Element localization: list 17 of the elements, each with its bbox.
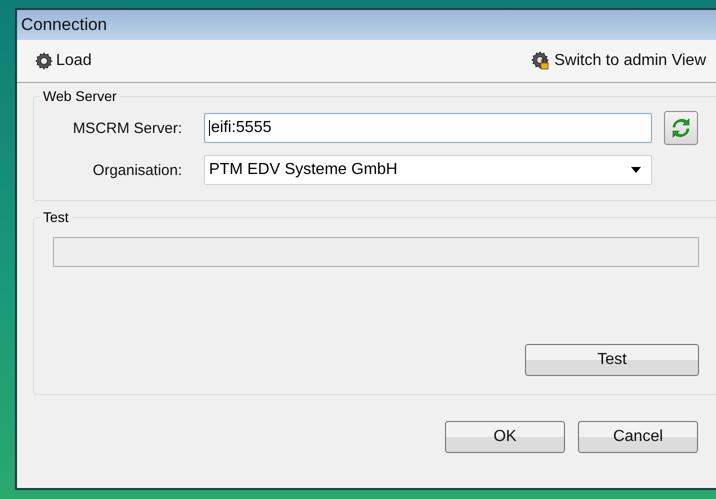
organisation-label: Organisation: bbox=[92, 162, 183, 178]
server-label: MSCRM Server: bbox=[72, 120, 183, 136]
organisation-dropdown[interactable]: PTM EDV Systeme GmbH bbox=[204, 155, 652, 185]
refresh-button[interactable] bbox=[664, 111, 698, 145]
load-button[interactable]: Load bbox=[35, 52, 92, 70]
admin-view-button[interactable]: Switch to admin View bbox=[531, 51, 706, 71]
refresh-icon bbox=[672, 118, 690, 138]
gear-lock-icon bbox=[531, 51, 552, 71]
window-title: Connection bbox=[17, 10, 716, 40]
server-field[interactable]: eifi:5555 bbox=[204, 113, 652, 143]
cancel-button[interactable]: Cancel bbox=[578, 421, 698, 453]
group-title: Web Server bbox=[40, 88, 120, 104]
dropdown-arrow-icon bbox=[631, 167, 641, 173]
group-title: Test bbox=[40, 209, 72, 225]
gear-icon bbox=[35, 52, 53, 70]
test-button[interactable]: Test bbox=[525, 344, 699, 376]
ok-button[interactable]: OK bbox=[445, 421, 565, 453]
